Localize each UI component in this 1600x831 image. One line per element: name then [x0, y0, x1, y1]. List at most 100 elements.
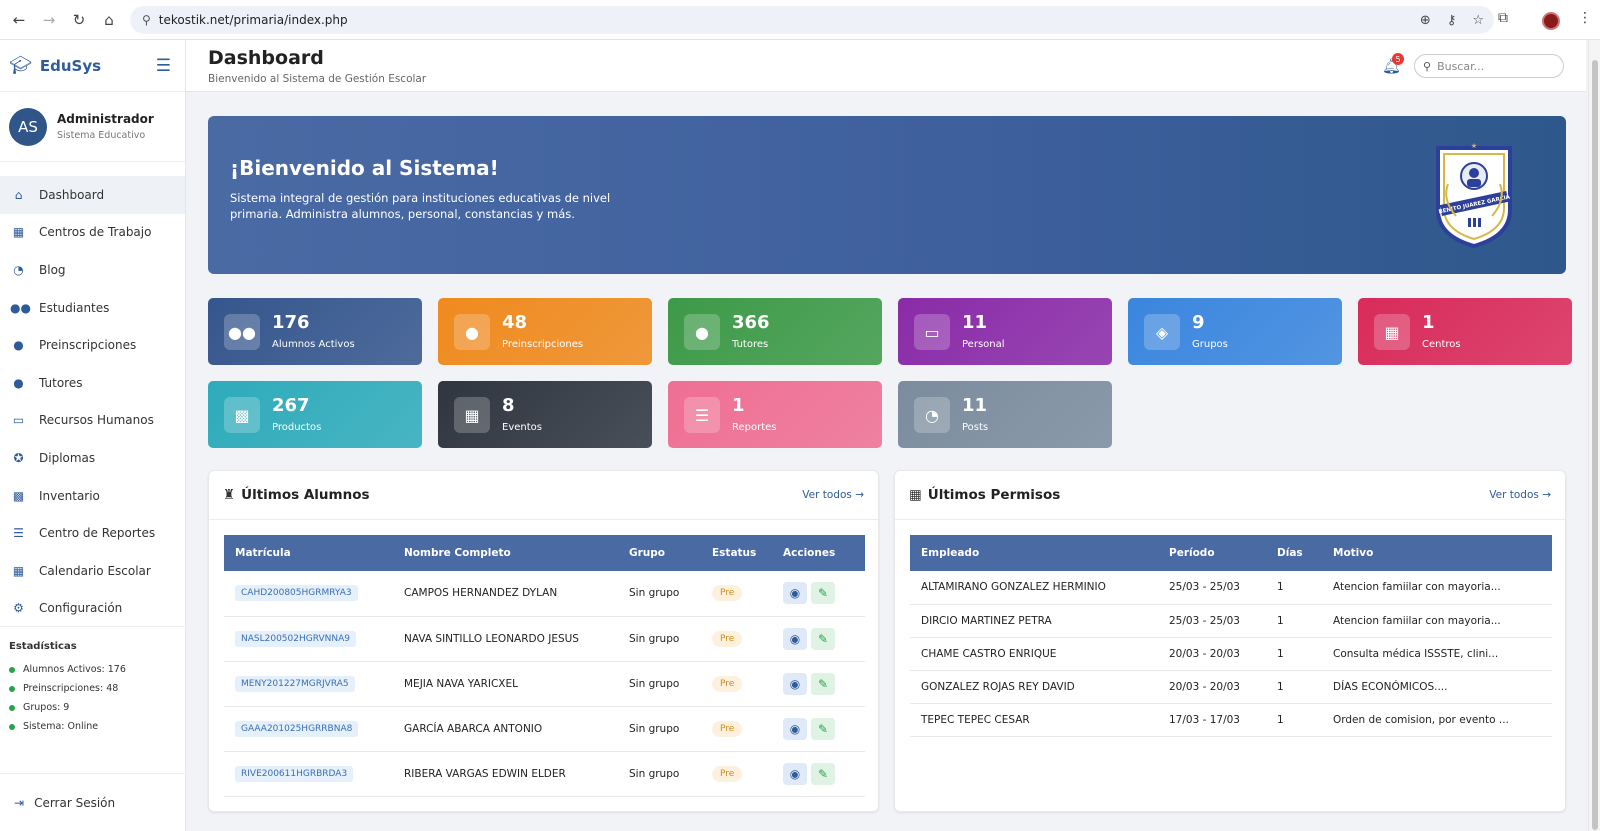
address-bar[interactable]: ⚲ tekostik.net/primaria/index.php ⊕ ⚷ ☆ [130, 6, 1494, 34]
sidebar-item-tutores[interactable]: ● Tutores [0, 364, 185, 402]
sidebar-item-dashboard[interactable]: ⌂ Dashboard [0, 176, 185, 214]
stat-card-preinscripciones[interactable]: ● 48 Preinscripciones [438, 298, 652, 365]
boxes-icon: ▩ [224, 397, 260, 433]
dias-cell: 1 [1266, 637, 1322, 671]
sidebar-item-configuración[interactable]: ⚙ Configuración [0, 590, 185, 628]
sidebar-item-recursos-humanos[interactable]: ▭ Recursos Humanos [0, 402, 185, 440]
matricula-cell: CAHD200805HGRMRYA3 [224, 571, 393, 617]
view-button[interactable]: ◉ [783, 582, 807, 605]
empleado-cell: GONZALEZ ROJAS REY DAVID [910, 670, 1158, 704]
stat-card-personal[interactable]: ▭ 11 Personal [898, 298, 1112, 365]
avatar: AS [9, 107, 47, 146]
page-scrollbar[interactable] [1588, 40, 1600, 831]
back-icon[interactable]: ← [8, 9, 30, 31]
stats-title: Estadísticas [9, 641, 77, 652]
view-button[interactable]: ◉ [783, 627, 807, 650]
edit-button[interactable]: ✎ [811, 717, 835, 740]
reload-icon[interactable]: ↻ [68, 9, 90, 31]
matricula-tag: CAHD200805HGRMRYA3 [235, 585, 358, 602]
stat-card-grupos[interactable]: ◈ 9 Grupos [1128, 298, 1342, 365]
estatus-cell: Pre [701, 616, 772, 662]
key-icon[interactable]: ⚷ [1447, 13, 1457, 28]
column-header: Empleado [910, 535, 1158, 571]
edit-button[interactable]: ✎ [811, 627, 835, 650]
matricula-tag: GAAA201025HGRRBNA8 [235, 720, 359, 737]
browser-menu-icon[interactable]: ⋮ [1578, 10, 1592, 26]
sidebar-item-label: Calendario Escolar [39, 563, 151, 578]
edit-button[interactable]: ✎ [811, 672, 835, 695]
stat-card-centros[interactable]: ▦ 1 Centros [1358, 298, 1572, 365]
brand-name: EduSys [39, 56, 102, 75]
forward-icon[interactable]: → [38, 9, 60, 31]
stat-card-tutores[interactable]: ● 366 Tutores [668, 298, 882, 365]
actions-cell: ◉ ✎ [772, 571, 865, 617]
stat-item: Sistema: Online [9, 717, 186, 736]
view-button[interactable]: ◉ [783, 762, 807, 785]
sidebar-item-inventario[interactable]: ▩ Inventario [0, 477, 185, 515]
status-badge: Pre [712, 585, 743, 602]
sidebar-item-centros-de-trabajo[interactable]: ▦ Centros de Trabajo [0, 214, 185, 252]
sidebar-item-centro-de-reportes[interactable]: ☰ Centro de Reportes [0, 514, 185, 552]
stat-card-productos[interactable]: ▩ 267 Productos [208, 381, 422, 448]
gear-icon: ⚙ [13, 601, 24, 616]
sidebar-item-label: Inventario [39, 488, 100, 503]
grupo-cell: Sin grupo [618, 616, 701, 662]
extensions-icon[interactable]: ⧉ [1498, 10, 1508, 26]
sidebar-item-label: Recursos Humanos [39, 413, 154, 428]
dias-cell: 1 [1266, 670, 1322, 704]
stat-card-alumnos-activos[interactable]: ●● 176 Alumnos Activos [208, 298, 422, 365]
stats-section: Estadísticas Alumnos Activos: 176 Preinsc… [0, 626, 186, 736]
hamburger-icon[interactable]: ☰ [156, 56, 171, 76]
sidebar-item-preinscripciones[interactable]: ● Preinscripciones [0, 326, 185, 364]
sidebar-item-diplomas[interactable]: ✪ Diplomas [0, 439, 185, 477]
sidebar-item-blog[interactable]: ◔ Blog [0, 251, 185, 289]
stat-card-posts[interactable]: ◔ 11 Posts [898, 381, 1112, 448]
edit-button[interactable]: ✎ [811, 762, 835, 785]
table-row: GONZALEZ ROJAS REY DAVID 20/03 - 20/03 1 DÍ… [910, 670, 1552, 704]
stat-card-value: 11 [962, 395, 988, 416]
page-subtitle: Bienvenido al Sistema de Gestión Escolar [208, 73, 427, 85]
page-header: Dashboard Bienvenido al Sistema de Gesti… [186, 40, 1586, 92]
stat-card-label: Centros [1422, 339, 1461, 350]
stat-card-reportes[interactable]: ☰ 1 Reportes [668, 381, 882, 448]
sidebar-item-label: Centro de Reportes [39, 526, 156, 541]
status-dot-icon [9, 704, 15, 711]
stat-card-value: 1 [1422, 312, 1435, 333]
bookmark-star-icon[interactable]: ☆ [1472, 13, 1484, 28]
status-dot-icon [9, 723, 15, 730]
view-all-students-link[interactable]: Ver todos → [802, 489, 864, 501]
welcome-text: Sistema integral de gestión para institu… [230, 191, 611, 221]
zoom-icon[interactable]: ⊕ [1420, 13, 1431, 28]
view-button[interactable]: ◉ [783, 672, 807, 695]
stat-text: Alumnos Activos: 176 [23, 664, 126, 675]
site-settings-icon[interactable]: ⚲ [142, 13, 151, 27]
empleado-cell: DIRCIO MARTINEZ PETRA [910, 604, 1158, 638]
table-row: TEPEC TEPEC CESAR 17/03 - 17/03 1 Orden de … [910, 703, 1552, 737]
students-table: Matrícula Nombre Completo Grupo Estatus Acci… [224, 535, 865, 797]
sidebar-item-estudiantes[interactable]: ●● Estudiantes [0, 289, 185, 327]
view-button[interactable]: ◉ [783, 717, 807, 740]
periodo-cell: 17/03 - 17/03 [1158, 703, 1266, 737]
logout-label: Cerrar Sesión [34, 795, 116, 810]
actions-cell: ◉ ✎ [772, 661, 865, 707]
stat-card-label: Reportes [732, 422, 777, 433]
status-dot-icon [9, 685, 15, 692]
search-input[interactable]: ⚲ Buscar... [1414, 54, 1564, 78]
empleado-cell: CHAME CASTRO ENRIQUE [910, 637, 1158, 671]
stat-card-eventos[interactable]: ▦ 8 Eventos [438, 381, 652, 448]
logout-button[interactable]: ⇥ Cerrar Sesión [0, 773, 186, 831]
profile-avatar[interactable] [1542, 12, 1560, 30]
table-row: CAHD200805HGRMRYA3 CAMPOS HERNANDEZ DYLAN… [224, 571, 865, 617]
sidebar-item-label: Configuración [39, 601, 123, 616]
sidebar-item-calendario-escolar[interactable]: ▦ Calendario Escolar [0, 552, 185, 590]
welcome-banner: ¡Bienvenido al Sistema! Sistema integral… [208, 116, 1566, 274]
stat-card-label: Posts [962, 422, 989, 433]
periodo-cell: 25/03 - 25/03 [1158, 604, 1266, 638]
home-icon[interactable]: ⌂ [98, 9, 120, 31]
periodo-cell: 20/03 - 20/03 [1158, 670, 1266, 704]
edit-button[interactable]: ✎ [811, 582, 835, 605]
sidebar-item-label: Estudiantes [39, 300, 110, 315]
view-all-permissions-link[interactable]: Ver todos → [1489, 489, 1551, 501]
sidebar-item-label: Preinscripciones [39, 338, 137, 353]
school-icon: ▦ [1374, 314, 1410, 350]
